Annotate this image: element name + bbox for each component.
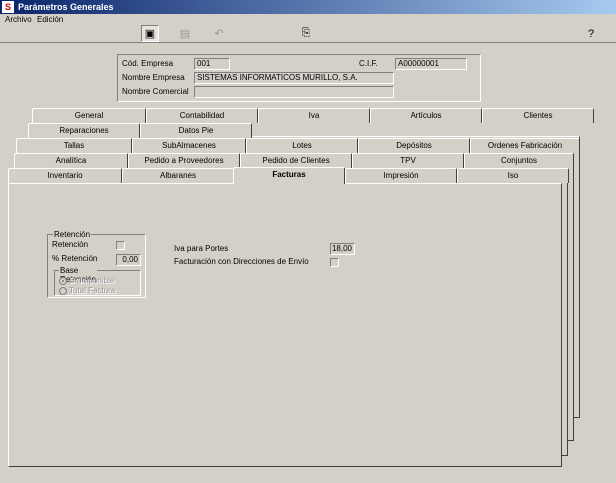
toolbar: ▣ ▤ ↶ ⎘ ?: [0, 23, 616, 43]
tab-tallas[interactable]: Tallas: [16, 138, 132, 153]
tab-iva[interactable]: Iva: [258, 108, 370, 123]
tab-content-facturas: [8, 183, 562, 467]
tab-conjuntos[interactable]: Conjuntos: [464, 153, 574, 168]
cif-field[interactable]: A00000001: [395, 58, 467, 70]
tab-pedido-proveedores[interactable]: Pedido a Proveedores: [128, 153, 240, 168]
porcentaje-retencion-label: % Retención: [52, 254, 98, 263]
nombre-comercial-field[interactable]: [194, 86, 394, 98]
tab-contabilidad[interactable]: Contabilidad: [146, 108, 258, 123]
title-bar: S Parámetros Generales: [0, 0, 616, 14]
exit-door-icon[interactable]: ⎘: [297, 25, 315, 42]
cif-label: C.I.F.: [359, 59, 378, 68]
total-factura-label: Total Factura: [69, 286, 116, 295]
tab-articulos[interactable]: Artículos: [370, 108, 482, 123]
tab-clientes[interactable]: Clientes: [482, 108, 594, 123]
tab-depositos[interactable]: Depósitos: [358, 138, 470, 153]
retencion-group-title: Retención: [53, 230, 92, 239]
tab-lotes[interactable]: Lotes: [246, 138, 358, 153]
undo-icon[interactable]: ↶: [210, 25, 228, 42]
tab-pedido-clientes[interactable]: Pedido de Clientes: [240, 153, 352, 168]
tab-tpv[interactable]: TPV: [352, 153, 464, 168]
help-icon[interactable]: ?: [582, 25, 600, 42]
iva-portes-field[interactable]: 18,00: [330, 243, 355, 255]
nombre-empresa-field[interactable]: SISTEMAS INFORMATICOS MURILLO, S.A.: [194, 72, 394, 84]
tab-ordenes-fabricacion[interactable]: Ordenes Fabricación: [470, 138, 580, 153]
retencion-label: Retención: [52, 240, 89, 249]
cod-empresa-field[interactable]: 001: [194, 58, 230, 70]
direcciones-envio-label: Facturación con Direcciones de Envío: [174, 257, 309, 266]
retencion-checkbox[interactable]: [116, 241, 125, 250]
floppy-disk-icon[interactable]: ▤: [176, 25, 194, 42]
tab-albaranes[interactable]: Albaranes: [122, 168, 234, 183]
tab-impresion[interactable]: Impresión: [345, 168, 457, 183]
nombre-empresa-label: Nombre Empresa: [122, 73, 185, 82]
save-exit-icon[interactable]: ▣: [141, 25, 159, 42]
tab-datos-pie[interactable]: Datos Pie: [140, 123, 252, 138]
porcentaje-retencion-field[interactable]: 0,00: [116, 254, 141, 266]
app-icon: S: [2, 1, 14, 13]
iva-portes-label: Iva para Portes: [174, 244, 229, 253]
tab-general[interactable]: General: [32, 108, 146, 123]
total-factura-radio[interactable]: [59, 287, 67, 295]
tab-iso[interactable]: Iso: [457, 168, 569, 183]
tab-analitica[interactable]: Analítica: [14, 153, 128, 168]
tab-reparaciones[interactable]: Reparaciones: [28, 123, 140, 138]
tab-facturas[interactable]: Facturas: [233, 167, 345, 184]
window-title: Parámetros Generales: [18, 2, 114, 12]
base-imponible-radio[interactable]: [59, 277, 67, 285]
nombre-comercial-label: Nombre Comercial: [122, 87, 189, 96]
base-imponible-label: Bª Imponible: [69, 276, 115, 285]
cod-empresa-label: Cód. Empresa: [122, 59, 174, 68]
tab-inventario[interactable]: Inventario: [8, 168, 122, 183]
tab-subalmacenes[interactable]: SubAlmacenes: [132, 138, 246, 153]
direcciones-envio-checkbox[interactable]: [330, 258, 339, 267]
